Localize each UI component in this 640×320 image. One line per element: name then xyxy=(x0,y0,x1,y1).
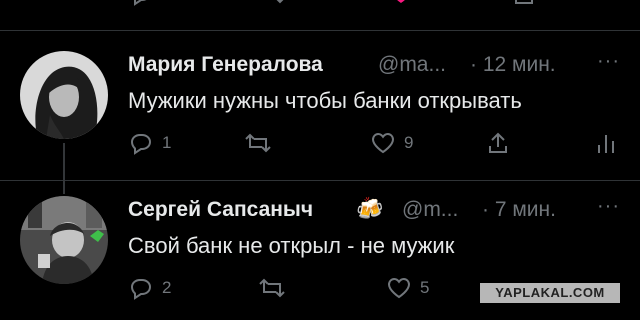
reply-icon xyxy=(130,134,152,155)
reply-count: 3 xyxy=(162,0,171,4)
reply-button[interactable]: 1 xyxy=(128,131,171,155)
watermark-logo: YAPLAKAL.COM xyxy=(480,283,620,303)
tweet-text: Свой банк не открыл - не мужик xyxy=(128,233,455,258)
like-count: 9 xyxy=(404,133,414,152)
display-name[interactable]: Сергей Сапсаныч xyxy=(128,198,313,222)
heart-filled-icon xyxy=(397,0,405,3)
reply-count: 2 xyxy=(162,278,172,297)
reply-icon xyxy=(134,0,147,6)
tweet-text: Мужики нужны чтобы банки открывать xyxy=(128,88,522,113)
reply-button[interactable]: 2 xyxy=(128,276,171,300)
retweet-button[interactable]: 2 xyxy=(258,0,303,6)
retweet-icon xyxy=(259,278,285,298)
retweet-button[interactable] xyxy=(244,131,272,155)
user-handle[interactable]: @m... xyxy=(402,198,458,222)
like-count: 29 xyxy=(422,0,441,4)
tweet[interactable]: Мария Генералова @ma... · 12 мин. ··· Му… xyxy=(0,31,640,189)
like-button[interactable]: 29 xyxy=(388,0,441,6)
previous-tweet-action-bar: 3 2 29 xyxy=(0,0,640,14)
avatar[interactable] xyxy=(20,196,108,284)
heart-icon xyxy=(371,132,395,154)
timestamp[interactable]: · 12 мин. xyxy=(470,53,556,77)
badge-emoji: 🍻 xyxy=(356,196,384,221)
user-handle[interactable]: @ma... xyxy=(378,53,446,77)
reply-count: 1 xyxy=(162,133,172,152)
avatar[interactable] xyxy=(20,51,108,139)
retweet-button[interactable] xyxy=(258,276,286,300)
like-count: 5 xyxy=(420,278,430,297)
more-options-button[interactable]: ··· xyxy=(597,50,620,73)
like-button[interactable]: 5 xyxy=(386,276,429,300)
timestamp[interactable]: · 7 мин. xyxy=(482,198,556,222)
analytics-button[interactable] xyxy=(596,131,616,155)
thread-line xyxy=(63,176,65,194)
more-options-button[interactable]: ··· xyxy=(597,195,620,218)
share-button[interactable] xyxy=(486,131,510,155)
display-name[interactable]: Мария Генералова xyxy=(128,53,323,77)
heart-icon xyxy=(387,277,411,299)
share-button[interactable] xyxy=(512,0,536,6)
reply-button[interactable]: 3 xyxy=(128,0,171,6)
analytics-icon xyxy=(598,135,614,153)
retweet-icon xyxy=(276,0,284,4)
retweet-icon xyxy=(245,133,271,153)
like-button[interactable]: 9 xyxy=(370,131,413,155)
reply-icon xyxy=(130,279,152,300)
tweet-action-bar: 1 9 xyxy=(0,131,640,163)
share-icon xyxy=(489,132,507,153)
retweet-count: 2 xyxy=(294,0,303,4)
share-icon xyxy=(515,0,533,4)
